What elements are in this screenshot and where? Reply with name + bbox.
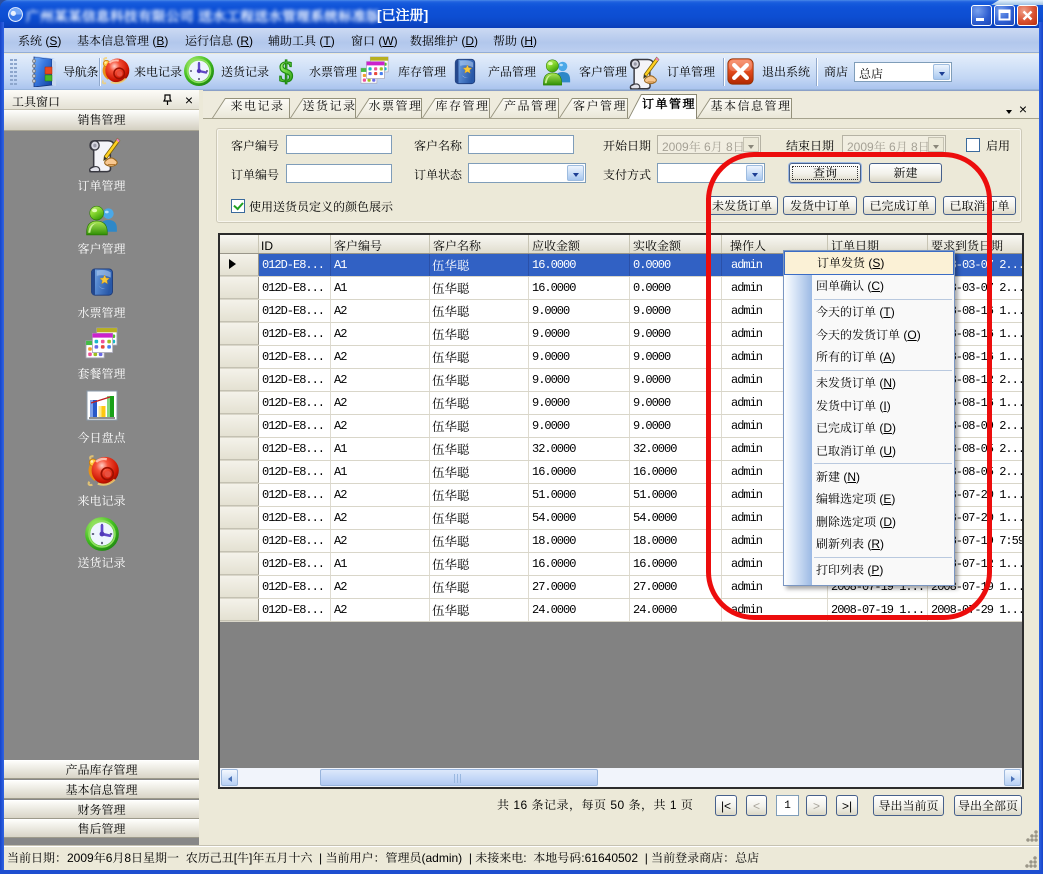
svg-text:$: $ xyxy=(279,56,294,88)
